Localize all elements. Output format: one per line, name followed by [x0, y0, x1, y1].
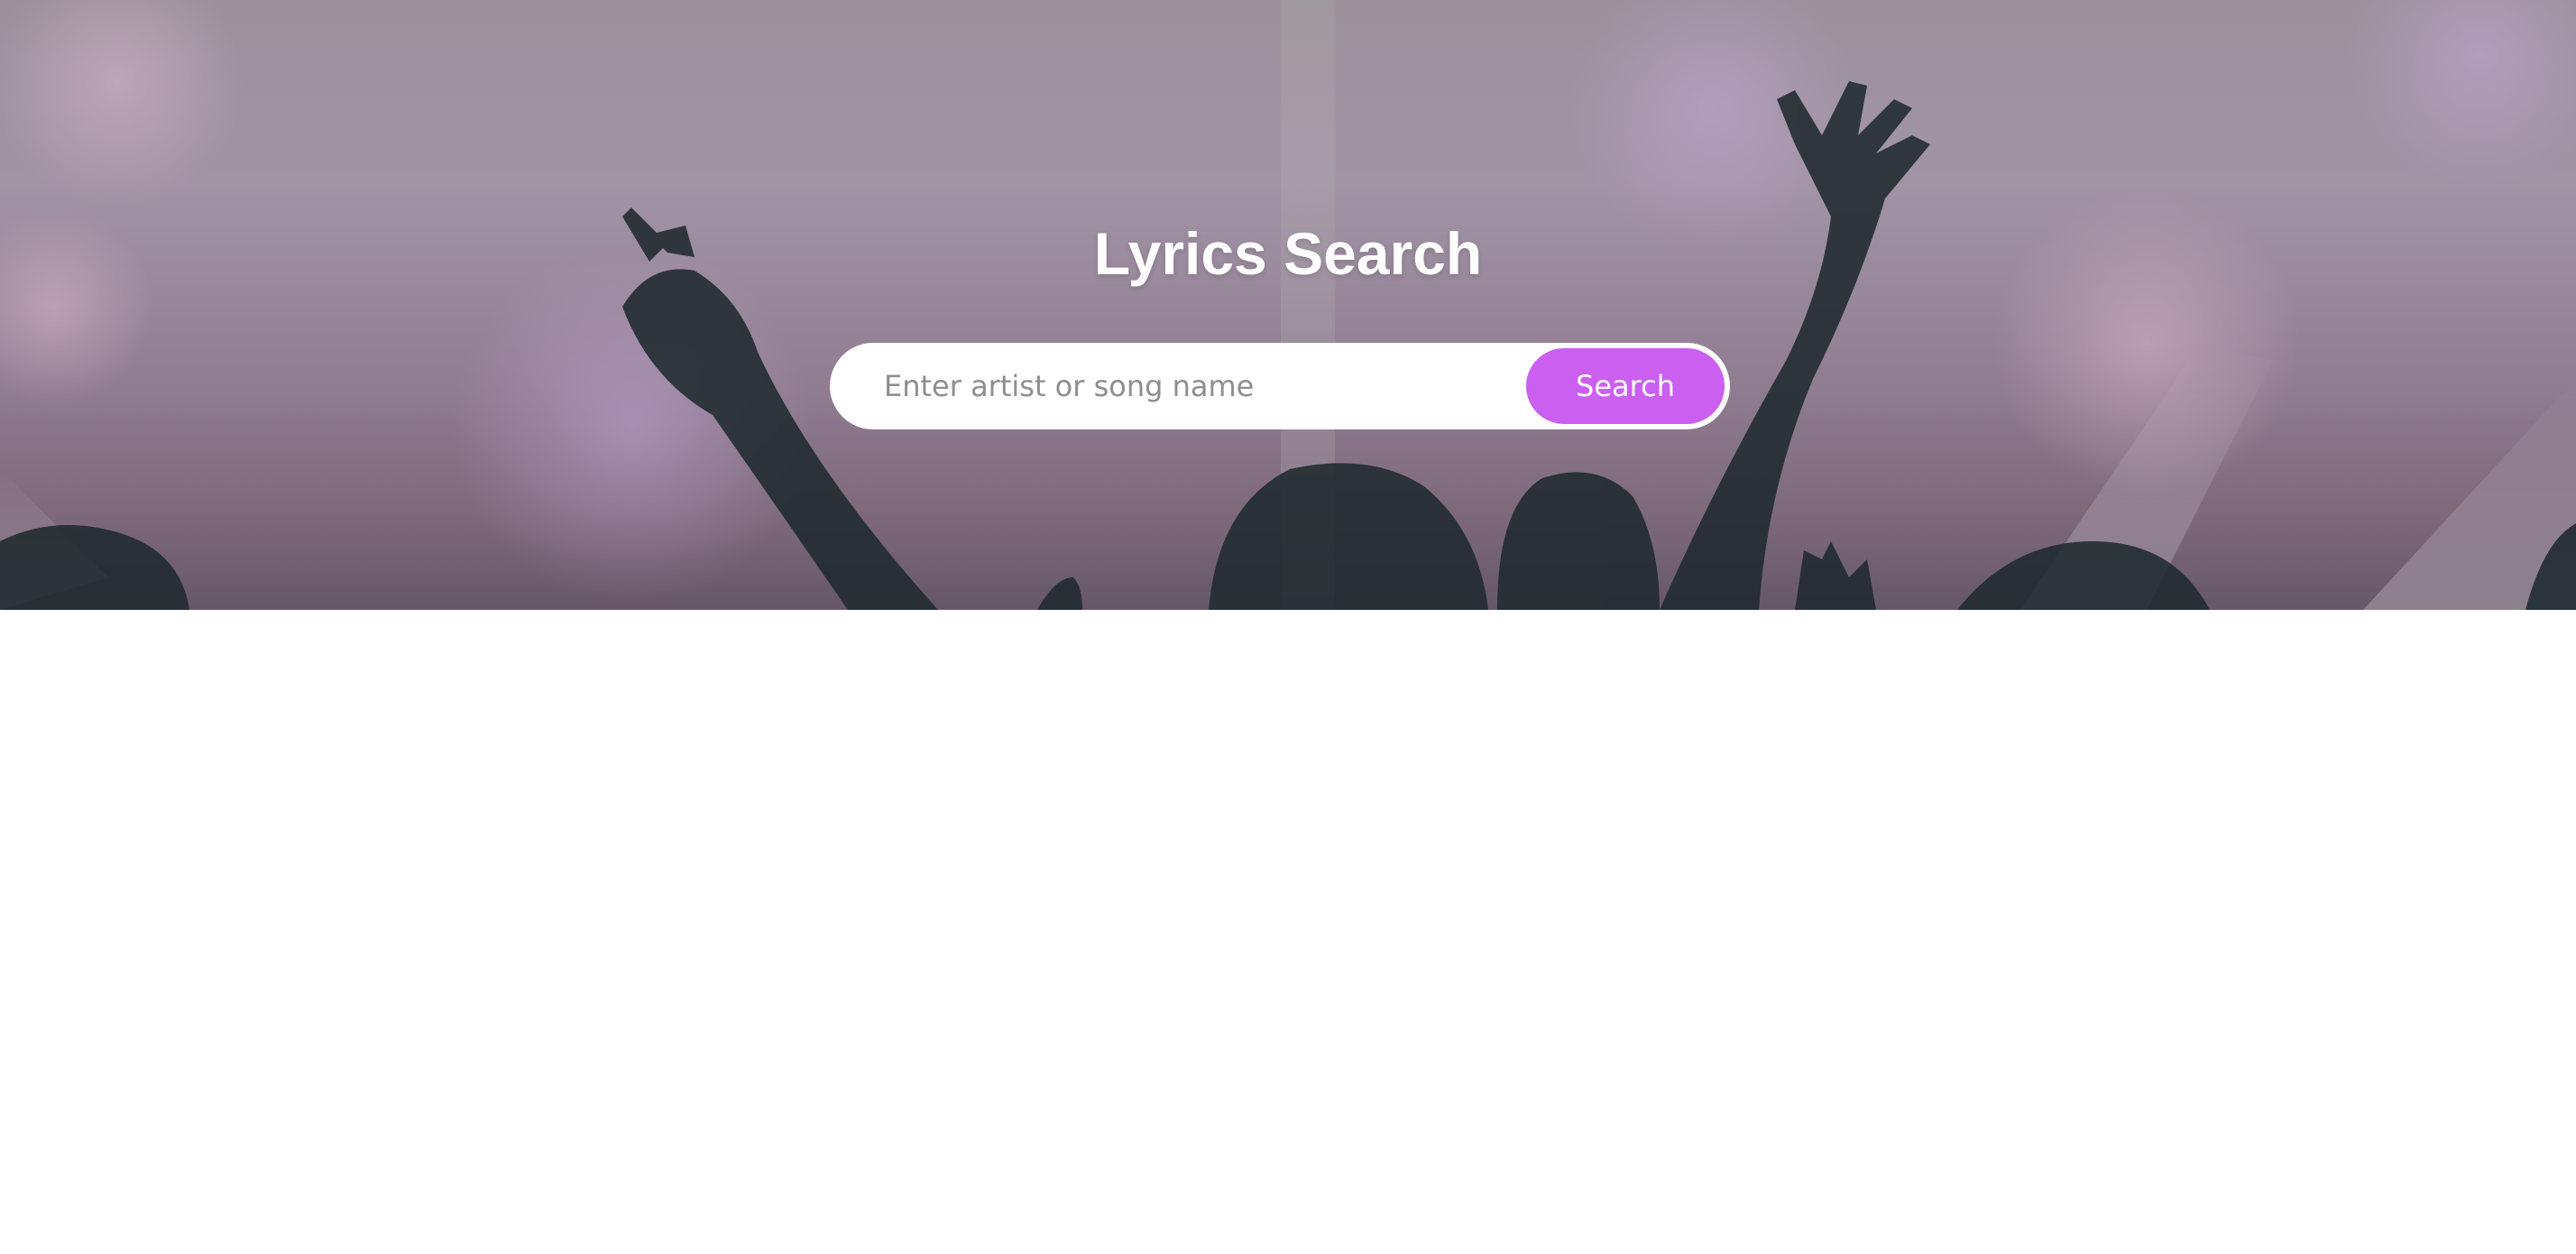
page-title: Lyrics Search: [1093, 220, 1483, 287]
hero-banner: Lyrics Search Search: [0, 0, 2576, 610]
hero-content: Lyrics Search Search: [0, 0, 2576, 610]
search-input[interactable]: [884, 346, 1497, 426]
search-bar: Search: [830, 343, 1730, 429]
search-button[interactable]: Search: [1526, 348, 1725, 424]
